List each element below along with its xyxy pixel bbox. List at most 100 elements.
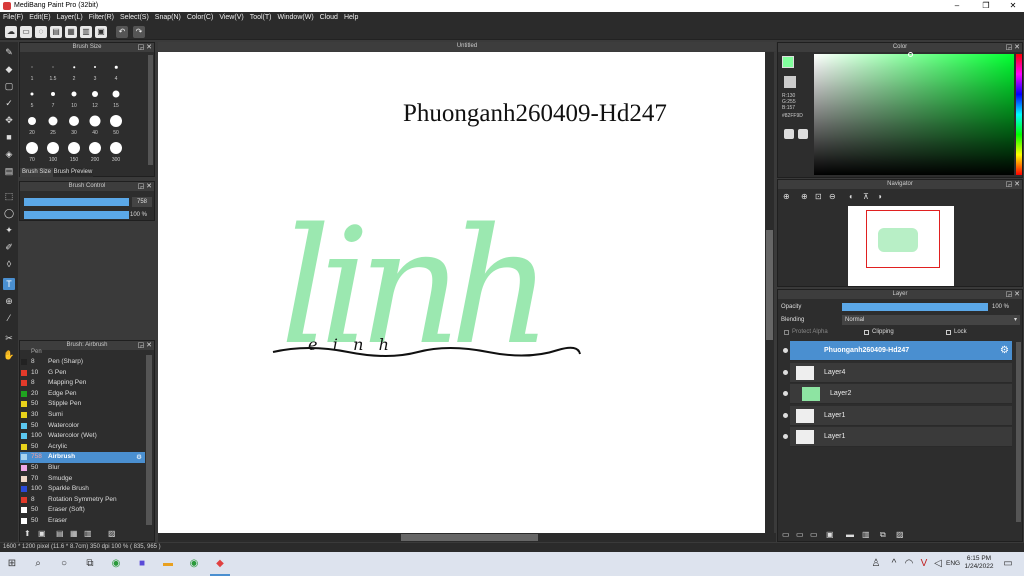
- layer-scrollbar[interactable]: [1016, 342, 1021, 522]
- brush-list-item[interactable]: 50 Blur: [20, 463, 145, 474]
- brush-list-item[interactable]: 30 Sumi: [20, 410, 145, 421]
- wifi-icon[interactable]: ◠: [903, 558, 915, 570]
- settings-icon[interactable]: ▦: [70, 529, 78, 538]
- fit-window-icon[interactable]: ⊡: [815, 192, 822, 201]
- rotate-right-icon[interactable]: ◑: [877, 192, 882, 201]
- brush-size-cell[interactable]: 1: [22, 57, 42, 82]
- brush-settings-icon[interactable]: ⚙: [136, 453, 142, 461]
- gradient-tool-icon[interactable]: ▤: [3, 165, 15, 177]
- add-brush-icon[interactable]: ⬆: [24, 529, 31, 538]
- brush-size-cell[interactable]: 5: [22, 84, 42, 109]
- grid-icon[interactable]: ▥: [80, 26, 92, 38]
- brush-size-cell[interactable]: 300: [106, 138, 126, 163]
- eye-icon[interactable]: [783, 391, 788, 396]
- teams-icon[interactable]: ■: [136, 558, 148, 570]
- brush-size-cell[interactable]: 10: [64, 84, 84, 109]
- canvas-tab[interactable]: Untitled: [158, 42, 776, 51]
- layer-row[interactable]: Layer4: [783, 362, 1012, 383]
- brush-list-item[interactable]: 50 Stipple Pen: [20, 399, 145, 410]
- flip-icon[interactable]: ⊼: [863, 192, 869, 201]
- menu-tool[interactable]: Tool(T): [247, 12, 275, 24]
- app-icon-2[interactable]: ◉: [188, 558, 200, 570]
- new-layer-icon[interactable]: ▭: [782, 530, 790, 539]
- brush-size-cell[interactable]: 50: [106, 111, 126, 136]
- tray-chevron-icon[interactable]: ^: [888, 558, 900, 570]
- eyedropper-icon[interactable]: ⁄: [3, 312, 15, 324]
- undo-icon[interactable]: ↶: [116, 26, 128, 38]
- import-icon[interactable]: ▥: [84, 529, 92, 538]
- layer-row[interactable]: Phuonganh260409-Hd247 ⚙: [783, 341, 1012, 361]
- close-button[interactable]: ✕: [1002, 0, 1024, 12]
- menu-color[interactable]: Color(C): [184, 12, 216, 24]
- blending-select[interactable]: Normal ▾: [842, 315, 1020, 325]
- brush-size-cell[interactable]: 7: [43, 84, 63, 109]
- notification-icon[interactable]: ▭: [1002, 558, 1014, 570]
- tab-brush-size[interactable]: Brush Size: [20, 168, 53, 177]
- color-picker-cursor[interactable]: [908, 52, 913, 57]
- brush-size-cell[interactable]: 150: [64, 138, 84, 163]
- brush-list-item[interactable]: 100 Sparkle Brush: [20, 484, 145, 495]
- select-eraser-icon[interactable]: ◊: [3, 258, 15, 270]
- app-icon-1[interactable]: ◉: [110, 558, 122, 570]
- brush-size-cell[interactable]: 15: [106, 84, 126, 109]
- brush-list-item[interactable]: 50 Acrylic: [20, 442, 145, 453]
- maximize-button[interactable]: ❐: [975, 0, 997, 12]
- brush-tool-icon[interactable]: ✎: [3, 46, 15, 58]
- layer-folder-icon[interactable]: ▬: [846, 530, 854, 539]
- delete-icon[interactable]: ▨: [108, 529, 116, 538]
- protect-alpha-checkbox[interactable]: [784, 330, 789, 335]
- brush-list-item[interactable]: 50 Watercolor: [20, 421, 145, 432]
- palette-icon[interactable]: [784, 129, 794, 139]
- magic-wand-icon[interactable]: ✦: [3, 224, 15, 236]
- horizontal-scroll-thumb[interactable]: [401, 534, 538, 541]
- panel-close-icon[interactable]: ◲ ✕: [1006, 43, 1020, 52]
- cloud-icon[interactable]: ☁: [5, 26, 17, 38]
- menu-snap[interactable]: Snap(N): [152, 12, 184, 24]
- layer-row[interactable]: Layer1: [783, 427, 1012, 447]
- brush-size-slider[interactable]: [24, 198, 129, 206]
- brush-size-cell[interactable]: 100: [43, 138, 63, 163]
- fit-icon[interactable]: ▣: [95, 26, 107, 38]
- brush-list-item[interactable]: 10 G Pen: [20, 368, 145, 379]
- menu-view[interactable]: View(V): [216, 12, 246, 24]
- brush-list-item[interactable]: 20 Edge Pen: [20, 389, 145, 400]
- brush-list-item[interactable]: 100 Watercolor (Wet): [20, 431, 145, 442]
- panel-close-icon[interactable]: ◲ ✕: [1006, 290, 1020, 299]
- divide-tool-icon[interactable]: ✂: [3, 332, 15, 344]
- copy-icon[interactable]: ▤: [56, 529, 64, 538]
- select-pen-icon[interactable]: ✓: [3, 97, 15, 109]
- menu-filter[interactable]: Filter(R): [86, 12, 117, 24]
- explorer-icon[interactable]: ▬: [162, 558, 174, 570]
- brush-list-item[interactable]: 8 Rotation Symmetry Pen: [20, 495, 145, 506]
- clock[interactable]: 6:15 PM 1/24/2022: [964, 555, 994, 571]
- panel-close-icon[interactable]: ◲ ✕: [138, 43, 152, 52]
- horizontal-scrollbar[interactable]: [158, 533, 776, 542]
- eye-icon[interactable]: [783, 434, 788, 439]
- dot-tool-icon[interactable]: ▢: [3, 80, 15, 92]
- brush-list-item[interactable]: 70 Smudge: [20, 474, 145, 485]
- task-view-icon[interactable]: ⧉: [84, 558, 96, 570]
- new-layer3-icon[interactable]: ▭: [810, 530, 818, 539]
- menu-window[interactable]: Window(W): [274, 12, 316, 24]
- canvas[interactable]: Phuonganh260409-Hd247 linh e i n h: [158, 52, 765, 533]
- brush-size-cell[interactable]: 25: [43, 111, 63, 136]
- color-saturation-field[interactable]: [814, 52, 1014, 175]
- scrollbar[interactable]: [148, 55, 153, 165]
- zoom-in2-icon[interactable]: ⊕: [801, 192, 808, 201]
- primary-color-swatch[interactable]: [782, 56, 794, 68]
- brush-size-cell[interactable]: 70: [22, 138, 42, 163]
- menu-file[interactable]: File(F): [0, 12, 26, 24]
- brush-list-item[interactable]: 50 Eraser: [20, 516, 145, 527]
- vertical-scrollbar[interactable]: [765, 52, 774, 533]
- eyedrop-icon[interactable]: [798, 129, 808, 139]
- transparent-swatch[interactable]: [784, 76, 796, 88]
- brush-list-item[interactable]: 8 Mapping Pen: [20, 378, 145, 389]
- brush-list-item[interactable]: 8 Pen (Sharp): [20, 357, 145, 368]
- eye-icon[interactable]: [783, 412, 788, 418]
- search-icon[interactable]: ⌕: [32, 558, 44, 570]
- eraser-tool-icon[interactable]: ◆: [3, 63, 15, 75]
- merge-icon[interactable]: ▥: [862, 530, 870, 539]
- hand-tool-icon[interactable]: ✋: [3, 349, 15, 361]
- menu-select[interactable]: Select(S): [117, 12, 152, 24]
- brush-size-cell[interactable]: 200: [85, 138, 105, 163]
